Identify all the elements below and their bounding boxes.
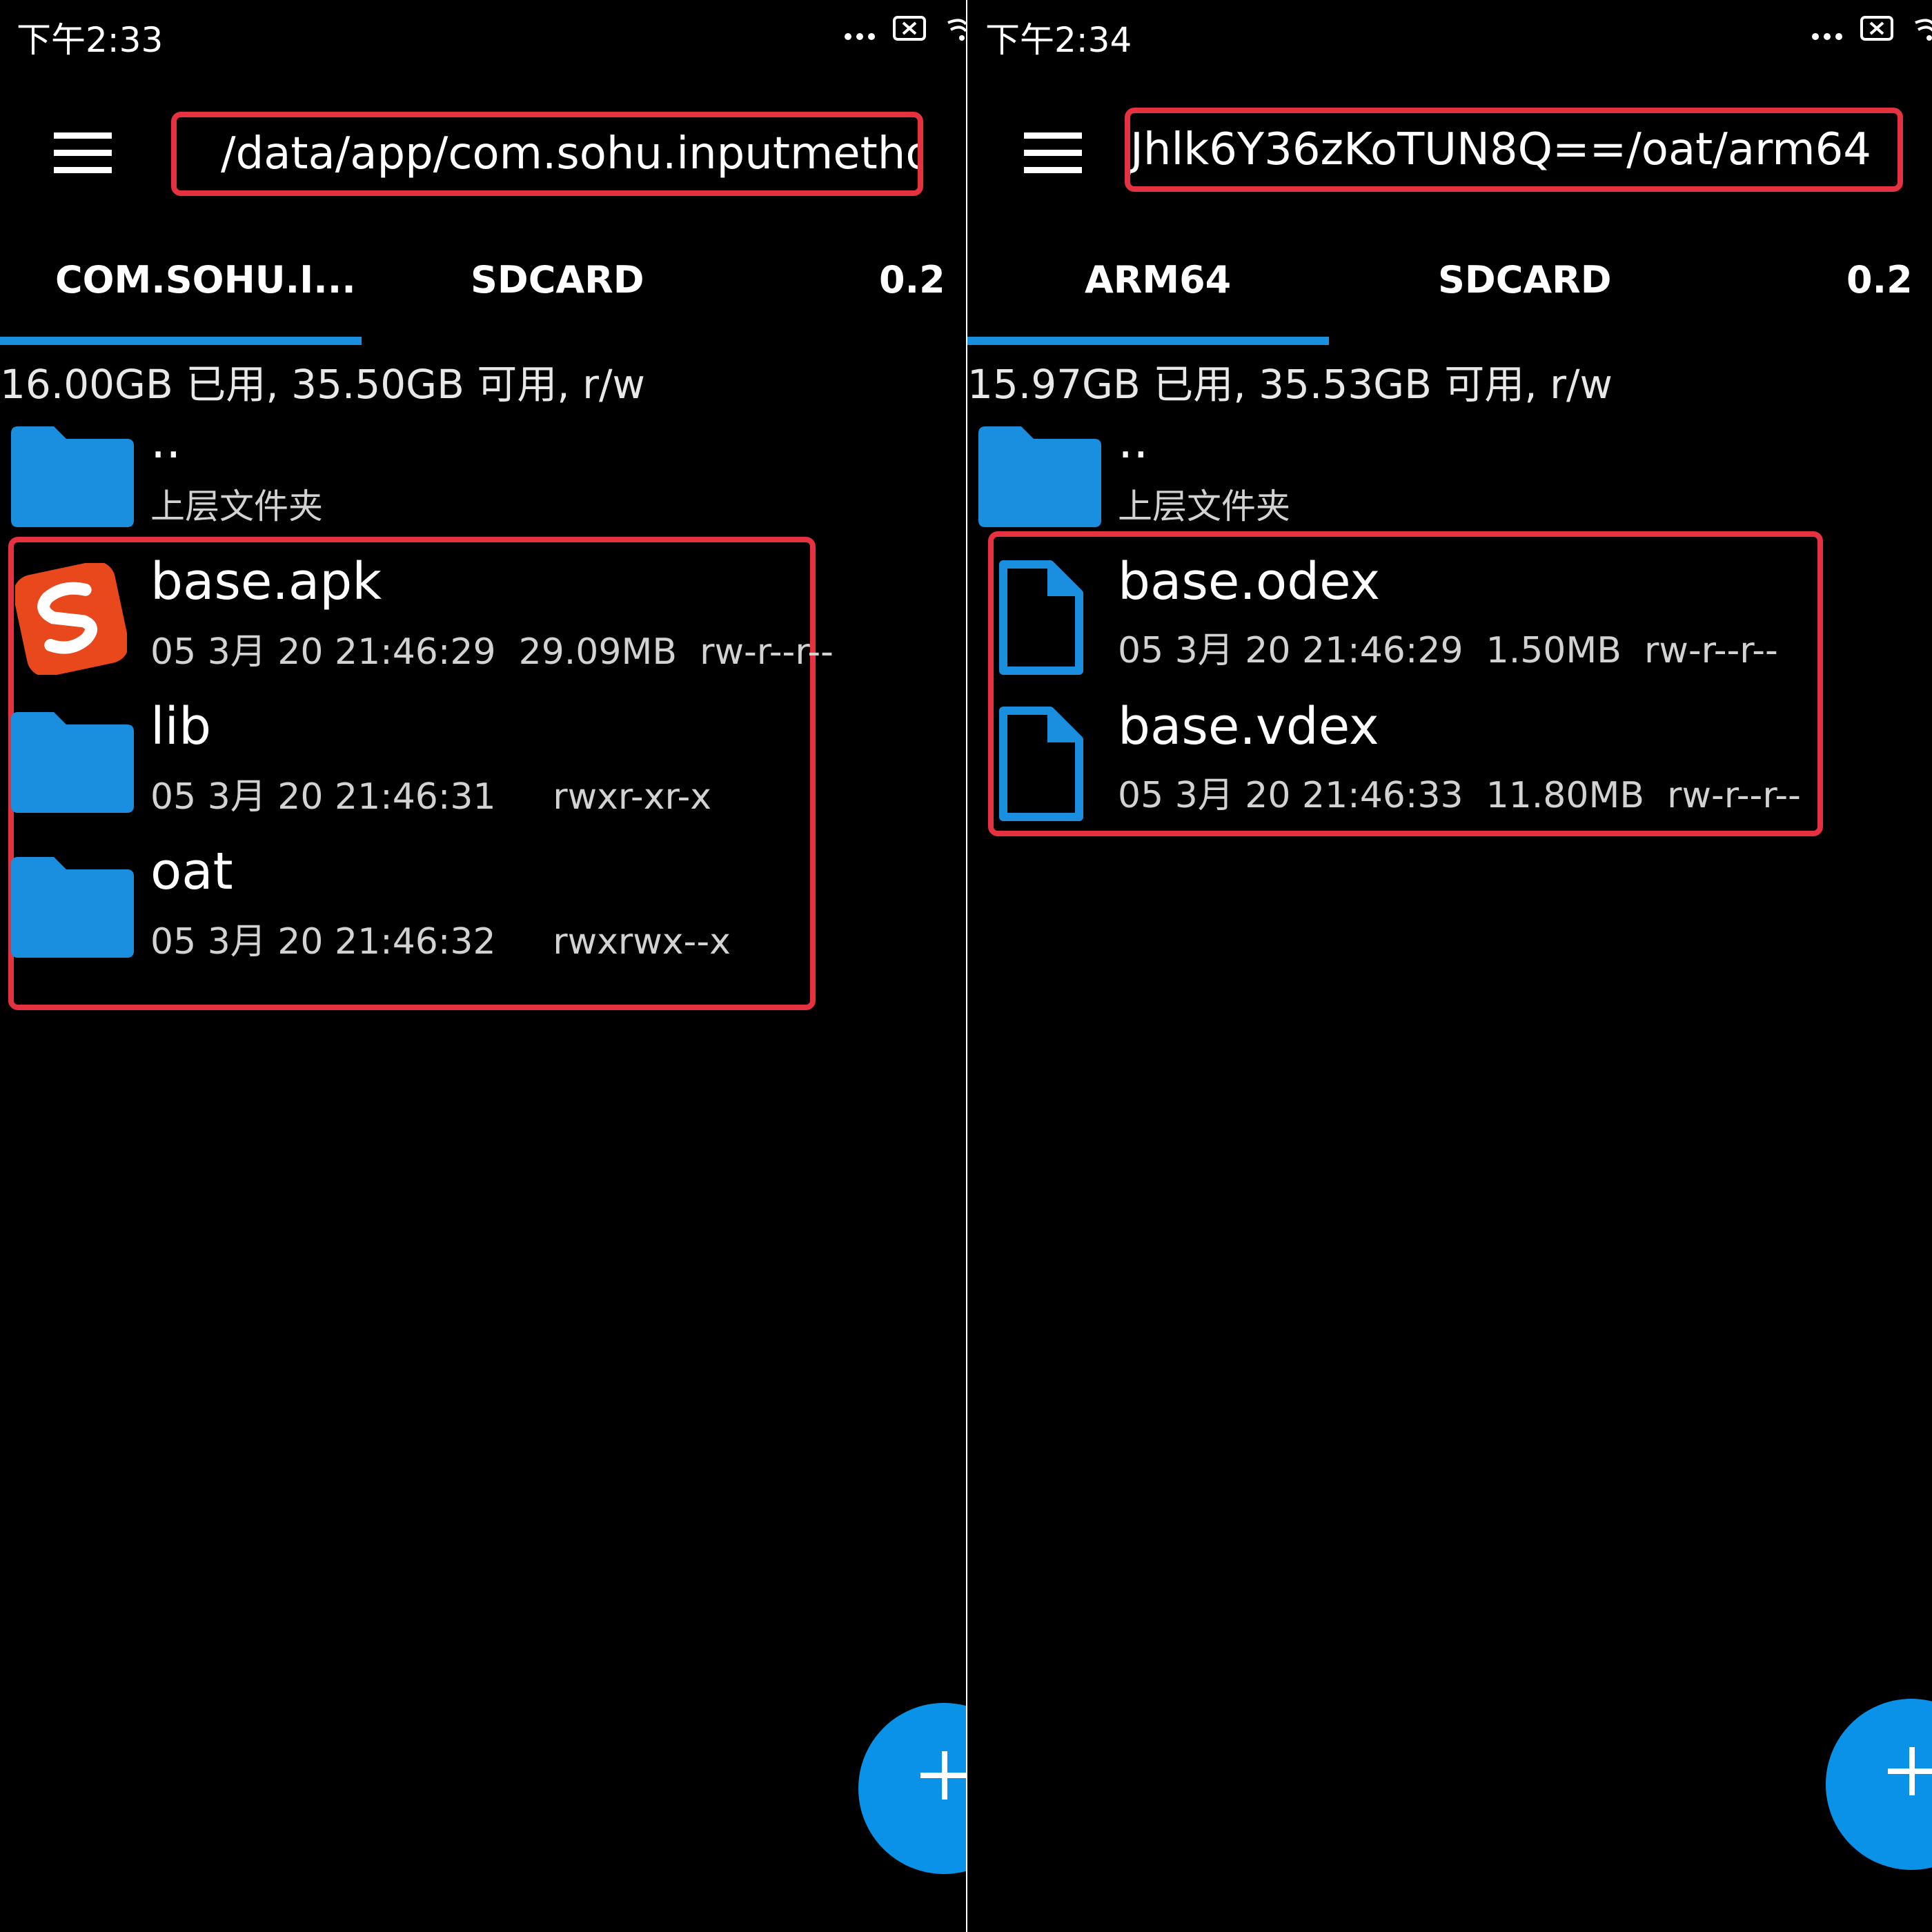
status-icons (845, 11, 966, 46)
hamburger-menu-icon[interactable] (1024, 132, 1082, 174)
path-text: _Jhlk6Y36zKoTUN8Q==/oat/arm64 (1125, 124, 1871, 175)
wifi-icon (1915, 19, 1932, 41)
file-meta: 05 3月 20 21:46:29 1.50MB rw-r--r-- (1118, 630, 1778, 671)
sogou-app-icon (15, 563, 127, 675)
folder-icon (11, 712, 134, 813)
parent-folder-label: 上层文件夹 (150, 486, 323, 526)
path-field[interactable]: _Jhlk6Y36zKoTUN8Q==/oat/arm64 (1125, 108, 1903, 192)
right-screenshot-panel: 下午2:34 _Jhlk6Y36zKoTUN8Q==/oat/arm64 ARM… (967, 0, 1932, 1932)
hamburger-menu-icon[interactable] (54, 132, 112, 174)
more-dots-icon (1812, 11, 1842, 46)
file-name: base.odex (1118, 552, 1381, 611)
add-fab-button[interactable] (1826, 1699, 1932, 1870)
storage-info: 16.00GB 已用, 35.50GB 可用, r/w (0, 361, 645, 408)
status-time: 下午2:34 (985, 20, 1132, 60)
path-text: /data/app/com.sohu.inputmethod. (221, 128, 923, 179)
plus-icon (1888, 1747, 1932, 1795)
active-tab-indicator (967, 337, 1329, 345)
file-name: base.vdex (1118, 697, 1379, 756)
more-dots-icon (845, 11, 875, 46)
path-field[interactable]: /data/app/com.sohu.inputmethod. (171, 112, 923, 196)
file-meta: 05 3月 20 21:46:29 29.09MB rw-r--r-- (150, 631, 834, 673)
battery-x-icon (893, 16, 926, 41)
file-name: lib (150, 697, 212, 756)
file-name: base.apk (150, 552, 382, 611)
file-icon (999, 560, 1083, 675)
tab-com-sohu[interactable]: COM.SOHU.I... (55, 258, 356, 302)
tab-extra[interactable]: 0.2 (1846, 258, 1913, 302)
status-icons (1812, 11, 1932, 46)
active-tab-indicator (0, 337, 362, 345)
tab-extra[interactable]: 0.2 (879, 258, 945, 302)
folder-icon (978, 426, 1101, 527)
tab-sdcard[interactable]: SDCARD (471, 258, 644, 302)
add-fab-button[interactable] (858, 1703, 966, 1874)
parent-folder-label: 上层文件夹 (1118, 486, 1290, 526)
battery-x-icon (1860, 16, 1893, 41)
wifi-icon (947, 19, 966, 41)
storage-info: 15.97GB 已用, 35.53GB 可用, r/w (967, 361, 1613, 408)
parent-folder-name: .. (150, 413, 181, 469)
tab-sdcard[interactable]: SDCARD (1438, 258, 1612, 302)
status-time: 下午2:33 (17, 20, 164, 60)
left-screenshot-panel: 下午2:33 /data/app/com.sohu.inputmethod. C… (0, 0, 966, 1932)
file-meta: 05 3月 20 21:46:31 rwxr-xr-x (150, 776, 712, 818)
tab-arm64[interactable]: ARM64 (1085, 258, 1231, 302)
plus-icon (920, 1751, 966, 1800)
parent-folder-name: .. (1118, 413, 1149, 469)
folder-icon (11, 426, 134, 527)
file-icon (999, 707, 1083, 821)
file-meta: 05 3月 20 21:46:32 rwxrwx--x (150, 921, 731, 963)
file-name: oat (150, 842, 233, 901)
file-meta: 05 3月 20 21:46:33 11.80MB rw-r--r-- (1118, 775, 1801, 816)
folder-icon (11, 857, 134, 958)
